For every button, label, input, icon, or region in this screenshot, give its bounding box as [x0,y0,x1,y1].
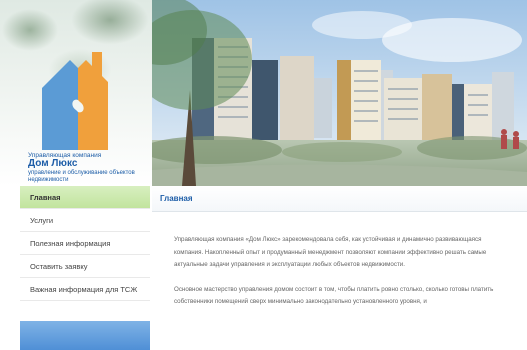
nav-item-useful-info[interactable]: Полезная информация [20,232,150,255]
nav-item-services[interactable]: Услуги [20,209,150,232]
paragraph-management: Основное мастерство управления домом сос… [174,285,494,306]
company-name: Дом Люкс [28,158,78,169]
header-photo-residential-complex [152,0,527,186]
logo-panel[interactable]: Управляющая компания Дом Люкс управление… [0,0,152,186]
page-title: Главная [152,186,527,212]
main-content: Главная Управляющая компания «Дом Люкс» … [152,186,527,350]
paragraph-intro: Управляющая компания «Дом Люкс» зарекоме… [174,236,487,268]
main-nav: Главная Услуги Полезная информация Остав… [0,186,152,301]
nav-item-hoa-info[interactable]: Важная информация для ТСЖ [20,278,150,301]
house-puzzle-logo-icon [42,52,108,150]
sidebar: Главная Услуги Полезная информация Остав… [0,186,152,350]
site-header: Управляющая компания Дом Люкс управление… [0,0,527,186]
sidebar-banner[interactable] [20,321,150,350]
nav-item-leave-request[interactable]: Оставить заявку [20,255,150,278]
company-description: управление и обслуживание объектов недви… [28,170,135,183]
content-body: Управляющая компания «Дом Люкс» зарекоме… [152,212,527,309]
nav-item-home[interactable]: Главная [20,186,150,209]
